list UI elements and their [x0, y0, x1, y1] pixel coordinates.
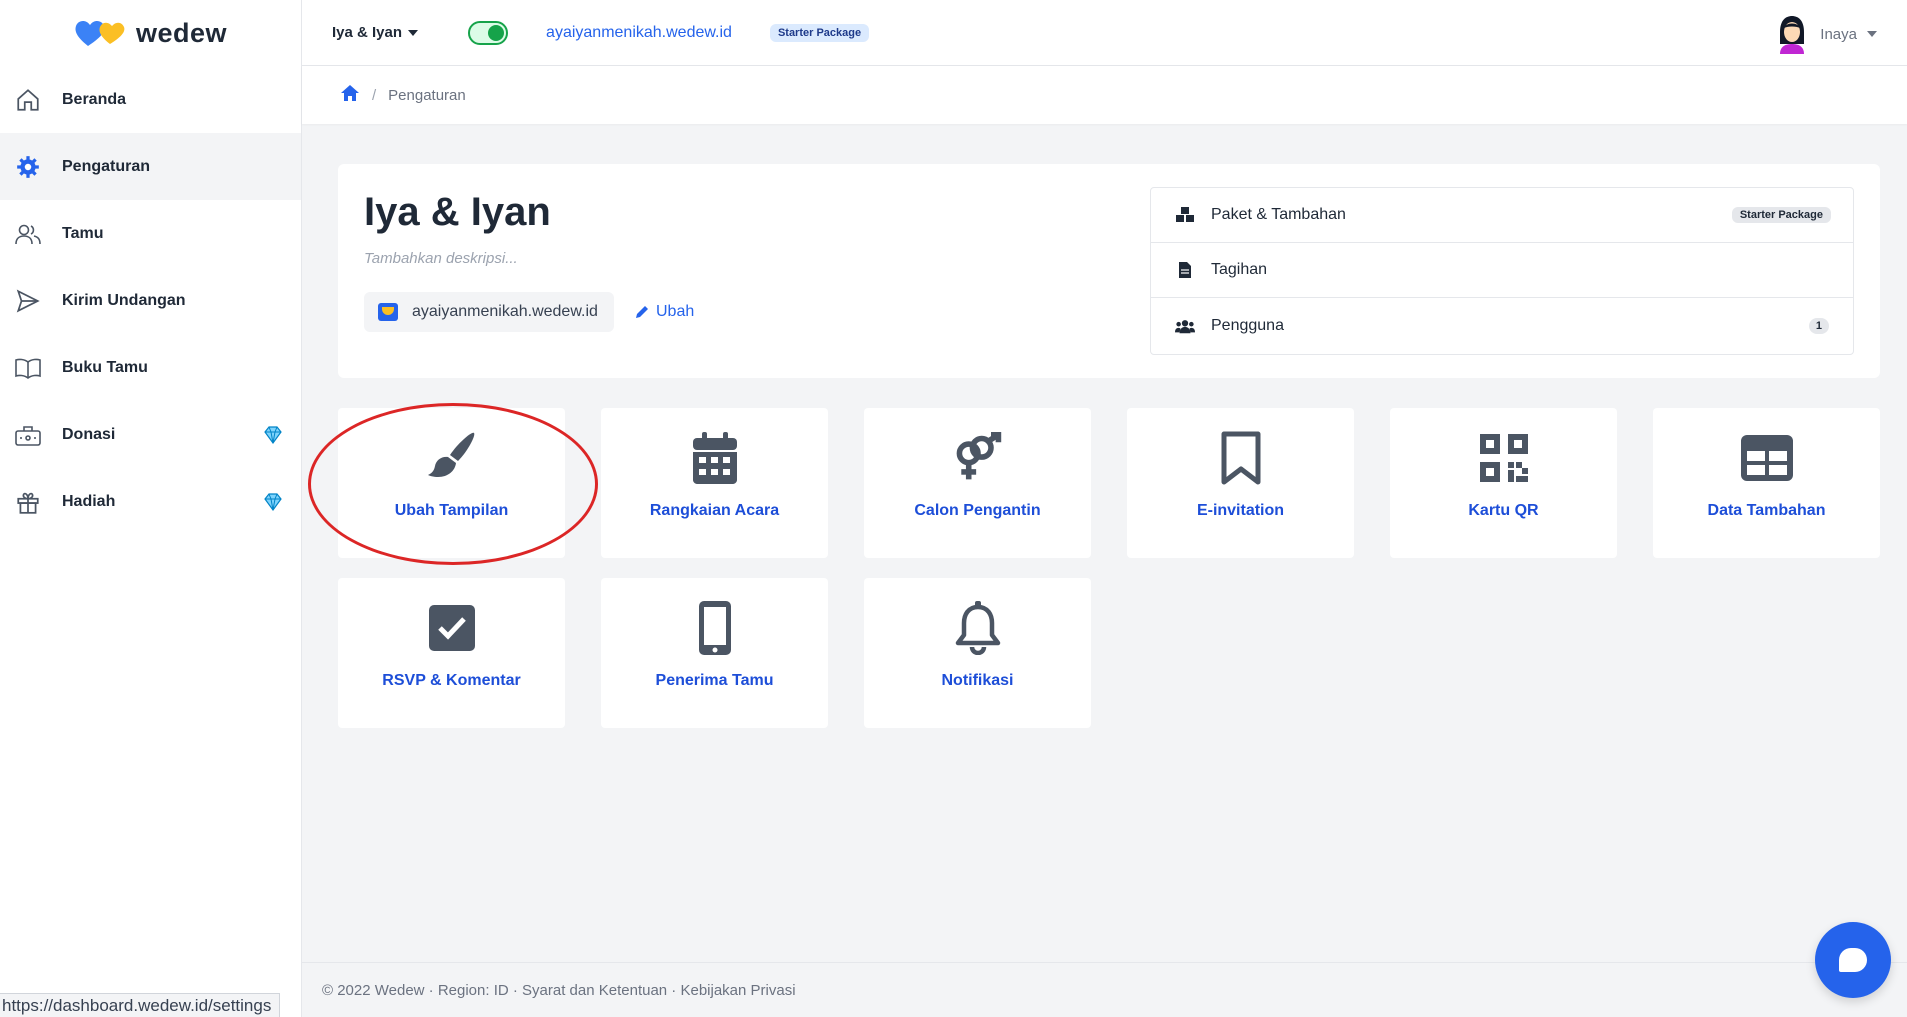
mobile-icon: [689, 600, 741, 656]
paintbrush-icon: [426, 430, 478, 486]
edit-domain-button[interactable]: Ubah: [634, 303, 694, 321]
sidebar: wedew Beranda Pengaturan Tamu Kirim Unda…: [0, 0, 302, 1017]
cubes-icon: [1175, 205, 1195, 225]
tile-ubah-tampilan[interactable]: Ubah Tampilan: [338, 408, 565, 558]
sidebar-item-tamu[interactable]: Tamu: [0, 200, 301, 267]
caret-down-icon: [1867, 31, 1877, 37]
bell-icon: [952, 600, 1004, 656]
sidebar-item-label: Kirim Undangan: [62, 291, 186, 309]
billing-row[interactable]: Tagihan: [1151, 243, 1853, 298]
brand-name: wedew: [135, 17, 228, 48]
breadcrumb: / Pengaturan: [302, 66, 1907, 124]
package-row[interactable]: Paket & Tambahan Starter Package: [1151, 188, 1853, 243]
event-info-card: Iya & Iyan Tambahkan deskripsi... ayaiya…: [338, 164, 1880, 378]
domain-chip-text: ayaiyanmenikah.wedew.id: [412, 303, 598, 320]
sidebar-item-label: Beranda: [62, 90, 127, 108]
sidebar-item-label: Tamu: [62, 224, 104, 242]
sidebar-item-donasi[interactable]: Donasi: [0, 401, 301, 468]
tile-e-invitation[interactable]: E-invitation: [1127, 408, 1354, 558]
sidebar-item-label: Pengaturan: [62, 157, 151, 175]
billing-label: Tagihan: [1211, 261, 1268, 278]
tile-penerima-tamu[interactable]: Penerima Tamu: [601, 578, 828, 728]
sidebar-item-buku-tamu[interactable]: Buku Tamu: [0, 334, 301, 401]
tile-label: Penerima Tamu: [655, 672, 774, 689]
brand-logo[interactable]: wedew: [0, 0, 301, 66]
description-placeholder[interactable]: Tambahkan deskripsi...: [364, 250, 518, 267]
send-icon: [14, 287, 42, 315]
users-icon: [14, 220, 42, 248]
domain-link[interactable]: ayaiyanmenikah.wedew.id: [546, 24, 732, 42]
topbar: Iya & Iyan ayaiyanmenikah.wedew.id Start…: [302, 0, 1907, 66]
user-menu[interactable]: Inaya: [1774, 14, 1877, 54]
tile-data-tambahan[interactable]: Data Tambahan: [1653, 408, 1880, 558]
qrcode-icon: [1478, 430, 1530, 486]
status-bar-url: https://dashboard.wedew.id/settings: [0, 993, 281, 1017]
tile-label: E-invitation: [1196, 502, 1285, 519]
users-row[interactable]: Pengguna 1: [1151, 298, 1853, 353]
tile-calon-pengantin[interactable]: Calon Pengantin: [864, 408, 1091, 558]
package-badge: Starter Package: [769, 23, 870, 42]
bookmark-icon: [1215, 430, 1267, 486]
chat-icon: [1839, 948, 1867, 972]
sidebar-item-hadiah[interactable]: Hadiah: [0, 468, 301, 535]
caret-down-icon: [408, 29, 419, 36]
sidebar-item-label: Donasi: [62, 425, 116, 443]
donation-icon: [14, 421, 42, 449]
event-selector-label: Iya & Iyan: [332, 24, 403, 41]
tile-label: RSVP & Komentar: [382, 672, 521, 689]
tile-label: Notifikasi: [941, 672, 1014, 689]
gift-icon: [14, 488, 42, 516]
footer-text: © 2022 Wedew · Region: ID · Syarat dan K…: [322, 981, 796, 999]
page-title: Iya & Iyan: [364, 190, 551, 234]
tile-kartu-qr[interactable]: Kartu QR: [1390, 408, 1617, 558]
sidebar-item-pengaturan[interactable]: Pengaturan: [0, 133, 301, 200]
tile-label: Data Tambahan: [1707, 502, 1826, 519]
gender-icon: [952, 430, 1004, 486]
tile-label: Kartu QR: [1468, 502, 1539, 519]
invoice-icon: [1175, 260, 1195, 280]
tile-rsvp-komentar[interactable]: RSVP & Komentar: [338, 578, 565, 728]
wedew-logo-icon: [75, 20, 125, 46]
tile-notifikasi[interactable]: Notifikasi: [864, 578, 1091, 728]
sidebar-item-beranda[interactable]: Beranda: [0, 66, 301, 133]
table-icon: [1740, 430, 1793, 486]
publish-toggle[interactable]: [468, 20, 509, 45]
tile-label: Ubah Tampilan: [394, 502, 509, 519]
domain-chip[interactable]: ayaiyanmenikah.wedew.id: [364, 292, 614, 332]
checkbox-icon: [426, 600, 478, 656]
sidebar-item-label: Hadiah: [62, 492, 116, 510]
users-count-badge: 1: [1808, 317, 1829, 334]
diamond-icon: [264, 492, 282, 511]
tile-label: Calon Pengantin: [914, 502, 1041, 519]
pencil-icon: [636, 306, 648, 318]
tile-label: Rangkaian Acara: [649, 502, 780, 519]
sidebar-item-kirim-undangan[interactable]: Kirim Undangan: [0, 267, 301, 334]
breadcrumb-separator: /: [372, 86, 377, 104]
package-label: Paket & Tambahan: [1211, 206, 1346, 223]
wedew-logo-icon: [378, 303, 398, 321]
event-selector[interactable]: Iya & Iyan: [332, 24, 419, 41]
footer: © 2022 Wedew · Region: ID · Syarat dan K…: [302, 962, 1907, 1017]
calendar-icon: [689, 430, 741, 486]
home-icon: [14, 86, 42, 114]
book-icon: [14, 354, 42, 382]
sidebar-item-label: Buku Tamu: [62, 358, 148, 376]
user-name: Inaya: [1820, 25, 1857, 43]
edit-label: Ubah: [656, 303, 695, 320]
gear-icon: [14, 153, 42, 181]
chat-button[interactable]: [1815, 922, 1891, 998]
package-badge: Starter Package: [1731, 207, 1831, 223]
users-icon: [1175, 316, 1195, 336]
home-icon[interactable]: [340, 84, 360, 107]
avatar: [1780, 16, 1805, 54]
users-label: Pengguna: [1211, 316, 1284, 334]
tile-rangkaian-acara[interactable]: Rangkaian Acara: [601, 408, 828, 558]
breadcrumb-current: Pengaturan: [388, 86, 466, 104]
account-links: Paket & Tambahan Starter Package Tagihan…: [1150, 187, 1854, 355]
diamond-icon: [264, 425, 282, 444]
